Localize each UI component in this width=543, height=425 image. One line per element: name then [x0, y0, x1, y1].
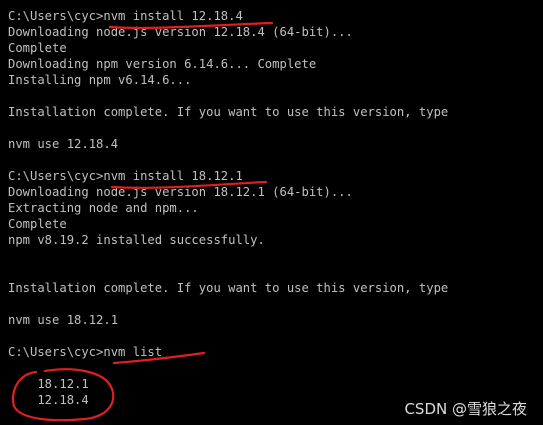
- terminal-line: Installing npm v6.14.6...: [8, 73, 192, 87]
- terminal-line: Complete: [8, 217, 67, 231]
- terminal-line: Complete: [8, 41, 67, 55]
- terminal-line: Installation complete. If you want to us…: [8, 281, 449, 295]
- terminal-line: Installation complete. If you want to us…: [8, 105, 449, 119]
- terminal-line: nvm use 18.12.1: [8, 313, 119, 327]
- terminal-line: C:\Users\cyc>nvm list: [8, 345, 163, 359]
- terminal-line: npm v8.19.2 installed successfully.: [8, 233, 265, 247]
- terminal-line: 18.12.1: [8, 377, 89, 391]
- terminal-line: Downloading node.js version 12.18.4 (64-…: [8, 25, 353, 39]
- terminal-line: Downloading npm version 6.14.6... Comple…: [8, 57, 317, 71]
- terminal-line: 12.18.4: [8, 393, 89, 407]
- terminal-line: Extracting node and npm...: [8, 201, 199, 215]
- terminal-window[interactable]: C:\Users\cyc>nvm install 12.18.4 Downloa…: [0, 0, 543, 425]
- terminal-line: C:\Users\cyc>nvm install 12.18.4: [8, 9, 243, 23]
- terminal-line: nvm use 12.18.4: [8, 137, 119, 151]
- terminal-line: C:\Users\cyc>nvm install 18.12.1: [8, 169, 243, 183]
- watermark: CSDN @雪狼之夜: [404, 400, 527, 418]
- terminal-line: Downloading node.js version 18.12.1 (64-…: [8, 185, 353, 199]
